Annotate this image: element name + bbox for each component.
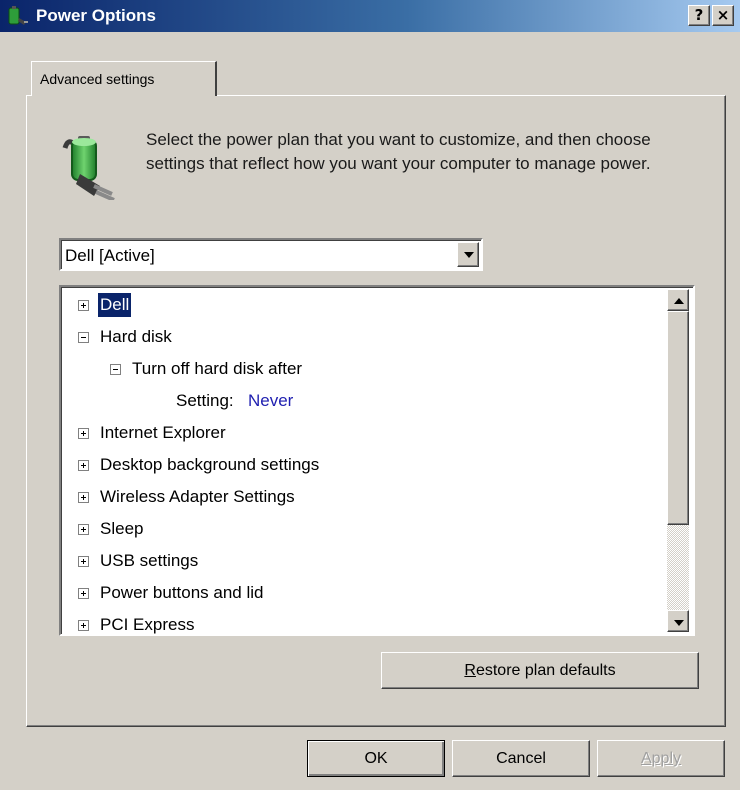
tree-item-label: Dell	[96, 292, 133, 318]
setting-label: Setting:	[176, 391, 234, 410]
cancel-label: Cancel	[496, 750, 546, 767]
apply-button[interactable]: Apply	[597, 740, 725, 777]
tree-item-label: Desktop background settings	[100, 455, 320, 474]
restore-plan-defaults-button[interactable]: Restore plan defaults	[381, 652, 699, 689]
expand-icon[interactable]	[78, 300, 89, 311]
tree-item-label: Power buttons and lid	[100, 583, 264, 602]
scroll-down-button[interactable]	[667, 610, 689, 632]
power-plan-dropdown[interactable]: Dell [Active]	[59, 238, 483, 271]
title-bar[interactable]: Power Options ? ×	[0, 0, 740, 32]
tree-item-label: Internet Explorer	[100, 423, 226, 442]
apply-label: Apply	[640, 750, 682, 767]
power-options-icon	[6, 4, 30, 28]
intro-text: Select the power plan that you want to c…	[146, 130, 651, 173]
expand-icon[interactable]	[78, 524, 89, 535]
expand-icon[interactable]	[78, 620, 89, 631]
close-icon: ×	[716, 6, 730, 24]
collapse-icon[interactable]	[110, 364, 121, 375]
battery-plug-icon	[60, 130, 130, 202]
tree-item-label: Wireless Adapter Settings	[100, 487, 295, 506]
tree-item-label: Turn off hard disk after	[132, 359, 303, 378]
expand-icon[interactable]	[78, 588, 89, 599]
scroll-up-icon	[674, 298, 684, 304]
tree-item-label: PCI Express	[100, 615, 195, 634]
scroll-down-icon	[674, 620, 684, 626]
expand-icon[interactable]	[78, 460, 89, 471]
tab-advanced-settings[interactable]: Advanced settings	[31, 61, 217, 96]
vertical-scrollbar[interactable]	[667, 289, 689, 632]
dropdown-arrow-icon	[464, 252, 474, 258]
setting-value[interactable]: Never	[248, 389, 293, 413]
expand-icon[interactable]	[78, 428, 89, 439]
close-button[interactable]: ×	[712, 5, 734, 26]
expand-icon[interactable]	[78, 556, 89, 567]
help-button[interactable]: ?	[688, 5, 710, 26]
restore-mnemonic: R	[464, 662, 476, 679]
dropdown-arrow-button[interactable]	[457, 242, 479, 267]
tree-item-label: Hard disk	[100, 327, 172, 346]
tab-label: Advanced settings	[40, 71, 155, 87]
cancel-button[interactable]: Cancel	[452, 740, 590, 777]
plan-dropdown-value: Dell [Active]	[65, 246, 155, 265]
restore-label: estore plan defaults	[475, 662, 616, 679]
help-icon: ?	[694, 6, 704, 24]
ok-label: OK	[364, 750, 388, 767]
window-title: Power Options	[36, 6, 156, 25]
scroll-up-button[interactable]	[667, 289, 689, 311]
expand-icon[interactable]	[78, 492, 89, 503]
tree-item-label: USB settings	[100, 551, 199, 570]
scroll-thumb[interactable]	[667, 311, 689, 525]
collapse-icon[interactable]	[78, 332, 89, 343]
ok-button[interactable]: OK	[307, 740, 445, 777]
tree-item-label: Sleep	[100, 519, 144, 538]
settings-tree[interactable]: Dell Hard disk Turn off hard disk after …	[59, 285, 695, 636]
